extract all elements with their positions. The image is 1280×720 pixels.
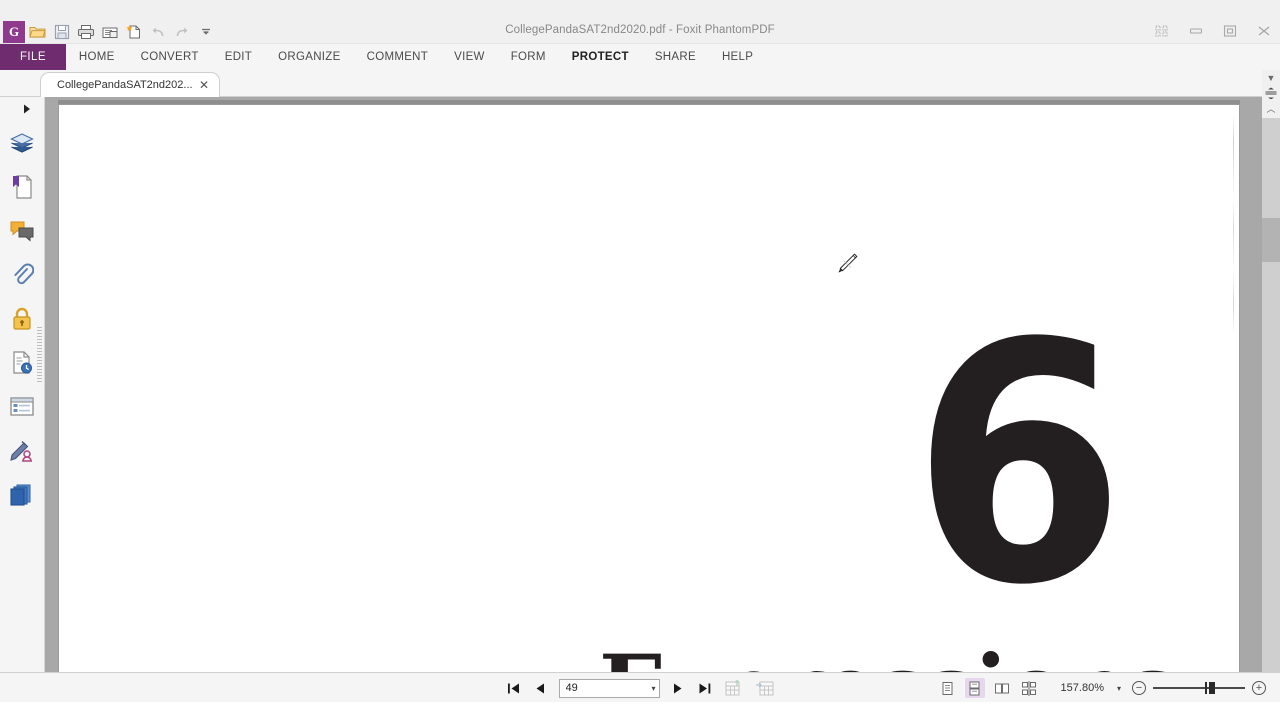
close-icon[interactable] bbox=[1254, 22, 1274, 40]
window-title: CollegePandaSAT2nd2020.pdf - Foxit Phant… bbox=[505, 24, 775, 36]
single-page-layout-button[interactable] bbox=[938, 678, 958, 698]
previous-page-icon bbox=[536, 683, 544, 693]
menu-tabs: FILE HOME CONVERT EDIT ORGANIZE COMMENT … bbox=[0, 44, 1280, 70]
export-table-button[interactable] bbox=[754, 678, 776, 698]
export-table-icon bbox=[755, 681, 773, 696]
scroll-split-icon[interactable] bbox=[1262, 86, 1280, 100]
status-bar: ▾ bbox=[0, 672, 1280, 702]
view-zoom-group: 157.80% ▾ − + bbox=[938, 673, 1266, 703]
menu-tab-form[interactable]: FORM bbox=[498, 44, 559, 70]
previous-page-button[interactable] bbox=[532, 678, 550, 698]
lock-icon bbox=[13, 307, 31, 330]
zoom-slider-tick bbox=[1205, 682, 1207, 694]
continuous-scroll-layout-button[interactable] bbox=[964, 678, 985, 698]
sidebar-item-thumbnails[interactable] bbox=[0, 473, 44, 517]
first-page-button[interactable] bbox=[505, 678, 523, 698]
menu-tab-help[interactable]: HELP bbox=[709, 44, 766, 70]
menu-tab-share[interactable]: SHARE bbox=[642, 44, 709, 70]
zoom-dropdown-icon[interactable]: ▾ bbox=[1117, 684, 1121, 693]
bookmark-icon bbox=[13, 175, 32, 199]
title-bar: G CollegePandaSAT2nd2020.pdf - Foxit Pha… bbox=[0, 0, 1280, 44]
window-controls bbox=[1152, 22, 1274, 40]
menu-tab-convert[interactable]: CONVERT bbox=[128, 44, 212, 70]
document-tab-strip: CollegePandaSAT2nd202... ✕ ▾ bbox=[0, 70, 1280, 97]
scroll-menu-icon[interactable]: ▼ bbox=[1262, 70, 1280, 86]
first-page-icon bbox=[507, 683, 519, 693]
foxit-phantompdf-window: G CollegePandaSAT2nd2020.pdf - Foxit Pha… bbox=[0, 0, 1280, 720]
chevron-down-icon[interactable]: ▾ bbox=[651, 684, 655, 693]
menu-tab-home[interactable]: HOME bbox=[66, 44, 128, 70]
page-thumbnails-icon bbox=[10, 484, 31, 506]
scrollbar-thumb[interactable] bbox=[1262, 218, 1280, 262]
document-viewport[interactable]: 6 Expressions bbox=[45, 97, 1280, 672]
pdf-page[interactable]: 6 Expressions bbox=[58, 104, 1240, 672]
signature-icon bbox=[10, 441, 33, 462]
pencil-cursor-icon bbox=[833, 250, 861, 278]
continuous-scroll-layout-icon bbox=[969, 681, 980, 695]
menu-tab-file[interactable]: FILE bbox=[0, 44, 66, 70]
maximize-icon[interactable] bbox=[1220, 22, 1240, 40]
continuous-facing-layout-button[interactable] bbox=[1019, 678, 1039, 698]
menu-tab-edit[interactable]: EDIT bbox=[212, 44, 265, 70]
scrollbar-track[interactable] bbox=[1262, 118, 1280, 672]
restore-grid-icon[interactable] bbox=[1152, 22, 1172, 40]
continuous-facing-layout-icon bbox=[1021, 680, 1036, 696]
document-history-icon bbox=[13, 351, 32, 374]
sidebar-resize-grip[interactable] bbox=[37, 327, 42, 382]
zoom-level-label: 157.80% bbox=[1060, 682, 1104, 694]
zoom-out-button[interactable]: − bbox=[1132, 681, 1146, 695]
zoom-in-button[interactable]: + bbox=[1252, 681, 1266, 695]
sidebar-item-bookmarks[interactable] bbox=[0, 165, 44, 209]
menu-tab-protect[interactable]: PROTECT bbox=[559, 44, 642, 70]
zoom-slider-track bbox=[1153, 687, 1245, 689]
chapter-title: Expressions bbox=[599, 635, 1177, 672]
next-page-icon bbox=[674, 683, 682, 693]
sidebar-item-comments[interactable] bbox=[0, 209, 44, 253]
zoom-slider[interactable] bbox=[1153, 681, 1245, 695]
sidebar-item-layers[interactable] bbox=[0, 121, 44, 165]
last-page-button[interactable] bbox=[696, 678, 714, 698]
menu-tab-view[interactable]: VIEW bbox=[441, 44, 498, 70]
page-number-input[interactable] bbox=[565, 682, 636, 694]
expand-arrow-icon bbox=[24, 104, 30, 114]
minimize-icon[interactable] bbox=[1186, 22, 1206, 40]
vertical-scrollbar[interactable]: ▼ ︿ bbox=[1262, 70, 1280, 672]
expand-panel-button[interactable] bbox=[0, 97, 44, 121]
next-page-button[interactable] bbox=[669, 678, 687, 698]
menu-tab-comment[interactable]: COMMENT bbox=[354, 44, 442, 70]
page-number-input-box[interactable]: ▾ bbox=[558, 678, 660, 698]
sidebar-item-signatures[interactable] bbox=[0, 429, 44, 473]
document-tab-label: CollegePandaSAT2nd202... bbox=[57, 79, 193, 91]
facing-pages-layout-button[interactable] bbox=[992, 678, 1012, 698]
paperclip-icon bbox=[14, 263, 34, 285]
page-artifact-line bbox=[1233, 115, 1234, 335]
ribbon-menu-bar: FILE HOME CONVERT EDIT ORGANIZE COMMENT … bbox=[0, 44, 1280, 110]
comments-icon bbox=[10, 221, 34, 242]
facing-pages-layout-icon bbox=[994, 683, 1009, 693]
chapter-number: 6 bbox=[911, 273, 1126, 657]
single-page-layout-icon bbox=[942, 681, 953, 695]
extract-table-icon bbox=[725, 680, 739, 696]
layers-icon bbox=[10, 133, 34, 153]
zoom-slider-thumb[interactable] bbox=[1209, 682, 1215, 694]
close-icon[interactable]: ✕ bbox=[199, 78, 209, 92]
extract-table-button[interactable] bbox=[723, 678, 745, 698]
sidebar-item-attachments[interactable] bbox=[0, 253, 44, 297]
document-tab[interactable]: CollegePandaSAT2nd202... ✕ bbox=[40, 72, 220, 97]
last-page-icon bbox=[699, 683, 710, 693]
menu-tab-organize[interactable]: ORGANIZE bbox=[265, 44, 353, 70]
form-fields-icon bbox=[10, 397, 34, 416]
scroll-up-button[interactable]: ︿ bbox=[1262, 100, 1280, 116]
left-navigation-sidebar bbox=[0, 97, 45, 672]
sidebar-item-fields[interactable] bbox=[0, 385, 44, 429]
